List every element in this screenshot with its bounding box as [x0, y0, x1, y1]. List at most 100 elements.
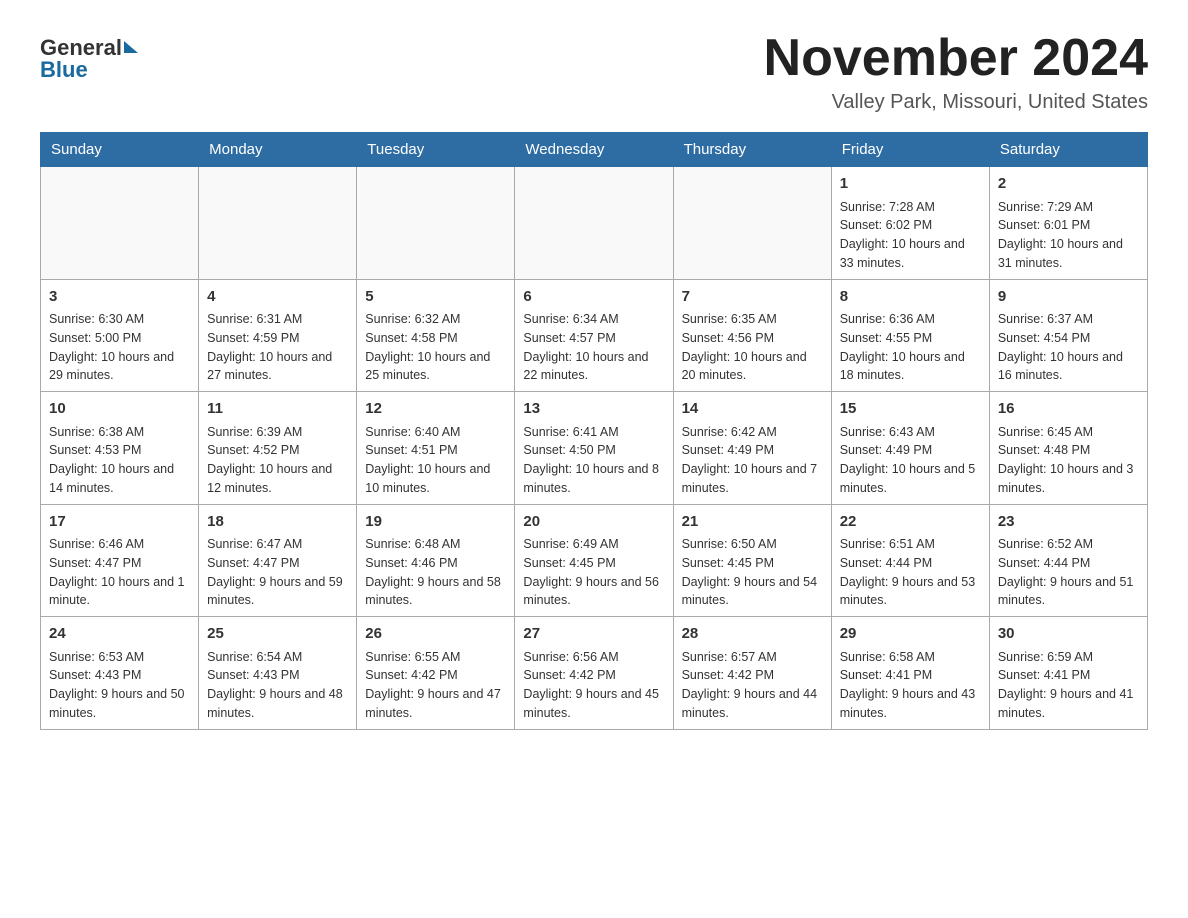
day-info: Sunset: 4:57 PM	[523, 329, 664, 348]
day-number: 9	[998, 286, 1139, 309]
calendar-cell: 16 Sunrise: 6:45 AMSunset: 4:48 PMDayligh…	[989, 392, 1147, 505]
calendar-cell: 26Sunrise: 6:55 AMSunset: 4:42 PMDayligh…	[357, 617, 515, 730]
day-info: Sunrise: 6:57 AM	[682, 648, 823, 667]
day-number: 6	[523, 286, 664, 309]
day-number: 23	[998, 511, 1139, 534]
calendar-weekday-sunday: Sunday	[41, 133, 199, 167]
day-info: Sunset: 4:46 PM	[365, 554, 506, 573]
day-info: Sunrise: 6:56 AM	[523, 648, 664, 667]
day-number: 1	[840, 173, 981, 196]
day-number: 16	[998, 398, 1139, 421]
day-info: Sunset: 4:49 PM	[840, 441, 981, 460]
day-number: 27	[523, 623, 664, 646]
day-info: Daylight: 9 hours and 47 minutes.	[365, 685, 506, 723]
day-info: Sunset: 4:45 PM	[682, 554, 823, 573]
day-info: Daylight: 9 hours and 48 minutes.	[207, 685, 348, 723]
calendar-cell: 7Sunrise: 6:35 AMSunset: 4:56 PMDaylight…	[673, 279, 831, 392]
calendar-weekday-saturday: Saturday	[989, 133, 1147, 167]
calendar-cell: 30Sunrise: 6:59 AMSunset: 4:41 PMDayligh…	[989, 617, 1147, 730]
day-info: Sunrise: 6:39 AM	[207, 423, 348, 442]
day-info: Sunset: 4:42 PM	[523, 666, 664, 685]
day-info: Sunset: 4:43 PM	[49, 666, 190, 685]
day-info: Sunset: 4:52 PM	[207, 441, 348, 460]
day-info: Daylight: 9 hours and 51 minutes.	[998, 573, 1139, 611]
day-info: Sunset: 4:49 PM	[682, 441, 823, 460]
day-number: 3	[49, 286, 190, 309]
day-number: 2	[998, 173, 1139, 196]
day-info: Sunrise: 6:37 AM	[998, 310, 1139, 329]
day-number: 12	[365, 398, 506, 421]
day-info: Daylight: 10 hours and 14 minutes.	[49, 460, 190, 498]
calendar-weekday-monday: Monday	[199, 133, 357, 167]
day-number: 13	[523, 398, 664, 421]
day-info: Sunset: 4:47 PM	[207, 554, 348, 573]
calendar-cell: 11Sunrise: 6:39 AMSunset: 4:52 PMDayligh…	[199, 392, 357, 505]
day-number: 18	[207, 511, 348, 534]
day-info: Sunset: 4:58 PM	[365, 329, 506, 348]
page-subtitle: Valley Park, Missouri, United States	[764, 91, 1148, 114]
calendar-header-row: SundayMondayTuesdayWednesdayThursdayFrid…	[41, 133, 1148, 167]
day-info: Sunset: 4:56 PM	[682, 329, 823, 348]
day-info: Sunrise: 6:49 AM	[523, 535, 664, 554]
calendar-weekday-friday: Friday	[831, 133, 989, 167]
day-info: Daylight: 10 hours and 20 minutes.	[682, 348, 823, 386]
day-info: Daylight: 10 hours and 25 minutes.	[365, 348, 506, 386]
day-number: 21	[682, 511, 823, 534]
day-info: Sunrise: 7:28 AM	[840, 198, 981, 217]
day-info: Sunset: 4:51 PM	[365, 441, 506, 460]
calendar-cell: 3Sunrise: 6:30 AMSunset: 5:00 PMDaylight…	[41, 279, 199, 392]
calendar-cell	[357, 167, 515, 280]
calendar-cell: 17Sunrise: 6:46 AMSunset: 4:47 PMDayligh…	[41, 504, 199, 617]
day-info: Sunrise: 6:34 AM	[523, 310, 664, 329]
calendar-week-row: 10Sunrise: 6:38 AMSunset: 4:53 PMDayligh…	[41, 392, 1148, 505]
calendar-cell: 23Sunrise: 6:52 AMSunset: 4:44 PMDayligh…	[989, 504, 1147, 617]
day-info: Sunset: 4:55 PM	[840, 329, 981, 348]
day-number: 5	[365, 286, 506, 309]
calendar-weekday-wednesday: Wednesday	[515, 133, 673, 167]
day-info: Daylight: 9 hours and 54 minutes.	[682, 573, 823, 611]
day-info: Sunrise: 6:59 AM	[998, 648, 1139, 667]
day-info: Sunrise: 6:53 AM	[49, 648, 190, 667]
day-info: Daylight: 10 hours and 3 minutes.	[998, 460, 1139, 498]
calendar-cell: 19Sunrise: 6:48 AMSunset: 4:46 PMDayligh…	[357, 504, 515, 617]
day-info: Sunset: 4:48 PM	[998, 441, 1139, 460]
day-info: Sunset: 5:00 PM	[49, 329, 190, 348]
calendar-cell: 24Sunrise: 6:53 AMSunset: 4:43 PMDayligh…	[41, 617, 199, 730]
day-info: Sunrise: 6:38 AM	[49, 423, 190, 442]
day-number: 20	[523, 511, 664, 534]
calendar-cell: 12Sunrise: 6:40 AMSunset: 4:51 PMDayligh…	[357, 392, 515, 505]
day-info: Daylight: 10 hours and 1 minute.	[49, 573, 190, 611]
calendar-week-row: 24Sunrise: 6:53 AMSunset: 4:43 PMDayligh…	[41, 617, 1148, 730]
page-header: General Blue November 2024 Valley Park, …	[40, 30, 1148, 114]
calendar-cell: 18Sunrise: 6:47 AMSunset: 4:47 PMDayligh…	[199, 504, 357, 617]
day-info: Daylight: 10 hours and 27 minutes.	[207, 348, 348, 386]
day-info: Daylight: 10 hours and 12 minutes.	[207, 460, 348, 498]
calendar-cell	[41, 167, 199, 280]
day-info: Sunrise: 6:31 AM	[207, 310, 348, 329]
day-info: Sunset: 4:44 PM	[998, 554, 1139, 573]
calendar-cell	[199, 167, 357, 280]
day-info: Daylight: 10 hours and 8 minutes.	[523, 460, 664, 498]
day-info: Sunrise: 6:45 AM	[998, 423, 1139, 442]
day-info: Sunset: 4:54 PM	[998, 329, 1139, 348]
day-info: Daylight: 10 hours and 29 minutes.	[49, 348, 190, 386]
day-info: Sunset: 4:41 PM	[998, 666, 1139, 685]
day-info: Daylight: 10 hours and 22 minutes.	[523, 348, 664, 386]
day-info: Sunset: 4:44 PM	[840, 554, 981, 573]
calendar-cell: 9Sunrise: 6:37 AMSunset: 4:54 PMDaylight…	[989, 279, 1147, 392]
day-info: Daylight: 10 hours and 33 minutes.	[840, 235, 981, 273]
calendar-cell: 5Sunrise: 6:32 AMSunset: 4:58 PMDaylight…	[357, 279, 515, 392]
logo-blue-text: Blue	[40, 57, 88, 83]
day-info: Daylight: 9 hours and 53 minutes.	[840, 573, 981, 611]
day-number: 28	[682, 623, 823, 646]
calendar-week-row: 17Sunrise: 6:46 AMSunset: 4:47 PMDayligh…	[41, 504, 1148, 617]
day-info: Sunrise: 6:42 AM	[682, 423, 823, 442]
calendar-cell	[515, 167, 673, 280]
day-info: Daylight: 9 hours and 45 minutes.	[523, 685, 664, 723]
day-number: 19	[365, 511, 506, 534]
day-info: Sunset: 6:01 PM	[998, 216, 1139, 235]
calendar-week-row: 3Sunrise: 6:30 AMSunset: 5:00 PMDaylight…	[41, 279, 1148, 392]
day-info: Sunrise: 6:47 AM	[207, 535, 348, 554]
day-info: Sunset: 4:59 PM	[207, 329, 348, 348]
calendar-cell: 8Sunrise: 6:36 AMSunset: 4:55 PMDaylight…	[831, 279, 989, 392]
